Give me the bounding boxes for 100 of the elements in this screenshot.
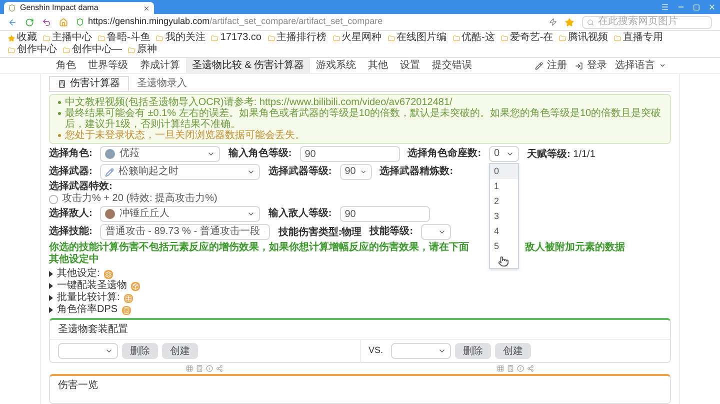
address-field[interactable]: https://genshin.mingyulab.com/artifact_set_compare/artifact_set_compare <box>76 16 541 28</box>
input-field[interactable]: 90 <box>300 146 400 162</box>
grid-icon[interactable] <box>497 365 504 372</box>
back-icon[interactable] <box>8 18 17 26</box>
bookmark-item[interactable]: 原神 <box>128 44 157 56</box>
field-label: 选择武器: <box>49 167 92 177</box>
delete-button[interactable]: 删除 <box>455 343 492 359</box>
folder-icon <box>452 34 460 42</box>
bookmark-item[interactable]: 爱奇艺-在 <box>500 32 554 44</box>
collapsible-section[interactable]: 一键配装圣遗物 <box>49 280 671 292</box>
nav-link[interactable]: 其他 <box>362 58 394 73</box>
login-link[interactable]: 登录 <box>571 58 611 73</box>
box-icon <box>131 282 140 290</box>
field-label: 选择武器特效: <box>49 182 112 192</box>
calculator-icon[interactable] <box>196 365 203 372</box>
page-tab[interactable]: 圣遗物录入 <box>129 76 195 91</box>
language-menu[interactable]: 选择语言 <box>611 58 670 73</box>
dropdown-option[interactable]: 4 <box>490 224 518 239</box>
share-icon[interactable] <box>527 365 534 372</box>
browser-tab[interactable]: Genshin Impact dama <box>4 2 154 14</box>
talent-level: 天赋等级: 1/1/1 <box>527 148 596 162</box>
weapon-select[interactable]: 松籁响起之时 <box>100 164 260 180</box>
field-label: 选择角色: <box>49 149 92 159</box>
collapsible-section[interactable]: 其他设定: <box>49 268 671 280</box>
home-icon[interactable] <box>59 18 68 26</box>
close-icon[interactable] <box>143 4 150 12</box>
nav-link[interactable]: 提交错误 <box>426 58 478 73</box>
folder-icon <box>559 34 566 42</box>
create-button[interactable]: 创建 <box>162 343 198 359</box>
avatar-icon <box>105 209 116 219</box>
bookmark-item[interactable]: 主播中心 <box>43 32 92 44</box>
weapon-level-select[interactable]: 90 <box>340 164 372 180</box>
star-icon[interactable] <box>565 18 574 26</box>
set-select[interactable] <box>58 343 118 359</box>
dropdown-option[interactable]: 1 <box>490 179 518 194</box>
folder-icon <box>63 46 70 54</box>
folder-icon <box>332 34 340 42</box>
delete-button[interactable]: 删除 <box>122 343 158 359</box>
info-icon[interactable] <box>517 365 524 372</box>
field-label: 选择敌人: <box>49 209 92 219</box>
table-icon <box>124 294 133 302</box>
bookmark-item[interactable]: 鲁晤-斗鱼 <box>98 32 150 44</box>
panel-title: 圣遗物套装配置 <box>50 320 670 340</box>
bookmark-item[interactable]: 主播排行榜 <box>268 32 326 44</box>
notice-text: 中文教程视频(包括圣遗物导入OCR)请参考: https://www.bilibili.com/video/av672012481/ <box>65 97 452 108</box>
info-icon[interactable] <box>206 365 213 372</box>
nav-link[interactable]: 世界等级 <box>82 58 134 73</box>
skill-level-select[interactable] <box>421 224 452 240</box>
field-label: 技能等级: <box>370 227 414 237</box>
bookmark-item[interactable]: 创作中心 <box>8 44 57 56</box>
field-label: 选择武器精炼数: <box>380 167 454 177</box>
bookmark-item[interactable]: 收藏 <box>8 32 37 44</box>
constellation-select[interactable]: 0 <box>489 146 520 162</box>
bullet-icon <box>58 134 61 137</box>
bullet-icon <box>58 112 61 115</box>
grid-icon[interactable] <box>186 365 193 372</box>
dropdown-option[interactable]: 0 <box>490 164 518 179</box>
bookmark-item[interactable]: 我的关注 <box>156 32 206 44</box>
collapsible-section[interactable]: 角色倍率DPS <box>49 304 671 316</box>
bookmark-item[interactable]: 17173.co <box>211 32 262 44</box>
maximize-icon[interactable] <box>693 4 700 10</box>
bookmark-item[interactable]: 优酷-这 <box>452 32 495 44</box>
input-field[interactable]: 90 <box>340 206 430 222</box>
nav-link[interactable]: 养成计算 <box>134 58 186 73</box>
dropdown-option[interactable]: 5 <box>490 239 518 254</box>
share-icon[interactable] <box>216 365 223 372</box>
folder-icon <box>156 34 164 42</box>
star-icon <box>8 34 15 42</box>
checkbox[interactable] <box>49 194 58 204</box>
character-select[interactable]: 优菈 <box>100 146 220 162</box>
dropdown-option[interactable]: 2 <box>490 194 518 209</box>
bookmark-item[interactable]: 直播专用 <box>614 32 664 44</box>
bookmark-item[interactable]: 创作中心— <box>63 44 122 56</box>
set-select[interactable] <box>391 343 452 359</box>
panel-title: 伤害一览 <box>57 378 99 393</box>
bookmark-item[interactable]: 腾讯视频 <box>559 32 608 44</box>
calculator-icon[interactable] <box>507 365 514 372</box>
nav-link[interactable]: 圣遗物比较 & 伤害计算器 <box>186 58 310 73</box>
enemy-select[interactable]: 冲锤丘丘人 <box>100 206 260 222</box>
skill-select[interactable]: 普通攻击 - 89.73 % - 普通攻击一段 <box>100 224 270 240</box>
dropdown-option[interactable]: 3 <box>490 209 518 224</box>
field-label: 输入角色等级: <box>228 149 292 159</box>
calculator-icon <box>58 80 66 88</box>
reload-icon[interactable] <box>25 18 34 26</box>
lightning-icon[interactable] <box>549 18 557 26</box>
nav-link[interactable]: 角色 <box>50 58 82 73</box>
collapsible-section[interactable]: 批量比较计算: <box>49 292 671 304</box>
bookmark-item[interactable]: 在线图片编 <box>388 32 446 44</box>
page-tab[interactable]: 伤害计算器 <box>49 76 129 91</box>
menu-icon[interactable] <box>661 3 669 11</box>
create-button[interactable]: 创建 <box>495 343 532 359</box>
nav-link[interactable]: 设置 <box>394 58 426 73</box>
register-link[interactable]: 注册 <box>531 58 571 73</box>
skill-type: 技能伤害类型:物理 <box>278 225 362 240</box>
nav-link[interactable]: 游戏系统 <box>310 58 362 73</box>
notice-text: 最终结果可能会有 ±0.1% 左右的误差。如果角色或者武器的等级是10的倍数，默认是未突破的。如果您的角色等级是10的倍数且是突破后，建议升1级，否则计算结果不准确。 <box>65 108 662 130</box>
folder-icon <box>388 34 394 42</box>
bookmark-item[interactable]: 火星网种 <box>332 32 382 44</box>
undo-icon[interactable] <box>42 18 51 26</box>
login-icon <box>575 62 583 70</box>
